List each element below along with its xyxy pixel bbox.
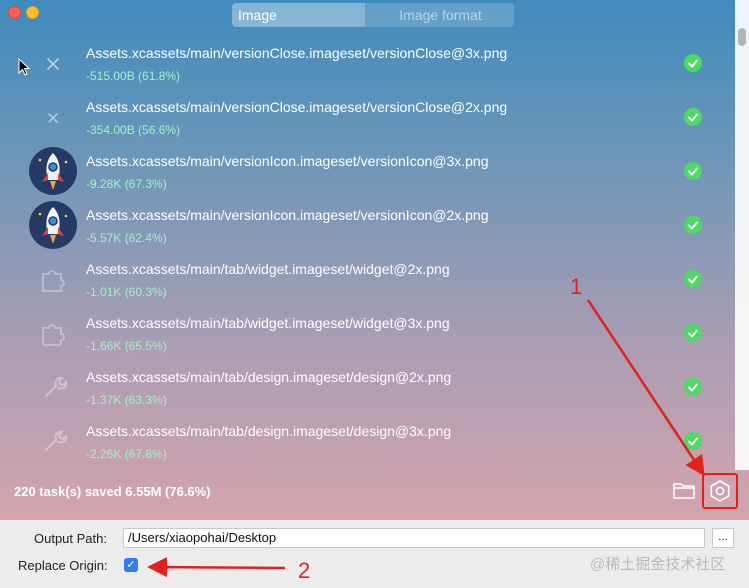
close-x-icon [28,38,78,88]
saved-size: -2.26K (67.8%) [86,447,167,461]
close-x-icon [28,92,78,142]
annotation-number-1: 1 [570,274,583,299]
rocket-icon [28,146,78,196]
wrench-icon [28,362,78,412]
file-name: Assets.xcassets/main/tab/widget.imageset… [86,315,450,331]
puzzle-icon [28,308,78,358]
check-icon [684,378,702,396]
file-name: Assets.xcassets/main/tab/design.imageset… [86,423,452,439]
rocket-icon [28,200,78,250]
list-item[interactable]: Assets.xcassets/main/versionIcon.imagese… [0,144,735,198]
list-item[interactable]: Assets.xcassets/main/tab/design.imageset… [0,360,735,414]
list-item[interactable]: Assets.xcassets/main/versionClose.images… [0,36,735,90]
saved-size: -1.66K (65.5%) [86,339,167,353]
list-item[interactable]: Assets.xcassets/main/versionClose.images… [0,90,735,144]
app-window: Image Compression Image format Assets.xc… [0,0,749,520]
replace-origin-checkbox[interactable]: ✓ [124,558,138,572]
file-name: Assets.xcassets/main/versionClose.images… [86,99,508,115]
minimize-window-button[interactable] [26,6,39,19]
saved-size: -354.00B (56.6%) [86,123,181,137]
wrench-icon [28,416,78,466]
scrollbar-thumb[interactable] [738,28,746,46]
list-item[interactable]: Assets.xcassets/main/tab/widget.imageset… [0,252,735,306]
folder-icon[interactable] [672,480,696,500]
file-name: Assets.xcassets/main/versionClose.images… [86,45,508,61]
saved-size: -1.01K (60.3%) [86,285,167,299]
file-name: Assets.xcassets/main/tab/widget.imageset… [86,261,450,277]
puzzle-icon [28,254,78,304]
file-name: Assets.xcassets/main/versionIcon.imagese… [86,153,489,169]
list-item[interactable]: Assets.xcassets/main/versionIcon.imagese… [0,198,735,252]
tab-image-format[interactable]: Image format [365,3,514,27]
annotation-number-2: 2 [298,558,311,583]
file-name: Assets.xcassets/main/versionIcon.imagese… [86,207,489,223]
file-list[interactable]: Assets.xcassets/main/versionClose.images… [0,36,735,466]
saved-size: -515.00B (61.8%) [86,69,181,83]
check-icon [684,216,702,234]
browse-button[interactable]: ... [712,528,734,548]
output-path-label: Output Path: [34,531,107,546]
saved-size: -9.28K (67.3%) [86,177,167,191]
close-window-button[interactable] [8,6,21,19]
check-icon [684,270,702,288]
watermark: @稀土掘金技术社区 [590,556,726,573]
check-icon [684,432,702,450]
tab-bar: Image Compression Image format [232,3,514,27]
check-icon [684,108,702,126]
check-icon [684,324,702,342]
replace-origin-label: Replace Origin: [18,558,108,573]
check-icon [684,54,702,72]
saved-size: -5.57K (62.4%) [86,231,167,245]
tab-image-compression[interactable]: Image Compression [232,3,365,27]
annotation-highlight-box [702,473,738,509]
output-path-field[interactable]: /Users/xiaopohai/Desktop [123,528,705,548]
saved-size: -1.37K (63.3%) [86,393,167,407]
check-icon [684,162,702,180]
scrollbar[interactable] [735,0,749,470]
summary-status: 220 task(s) saved 6.55M (76.6%) [14,484,211,499]
list-item[interactable]: Assets.xcassets/main/tab/widget.imageset… [0,306,735,360]
list-item[interactable]: Assets.xcassets/main/tab/design.imageset… [0,414,735,466]
file-name: Assets.xcassets/main/tab/design.imageset… [86,369,452,385]
